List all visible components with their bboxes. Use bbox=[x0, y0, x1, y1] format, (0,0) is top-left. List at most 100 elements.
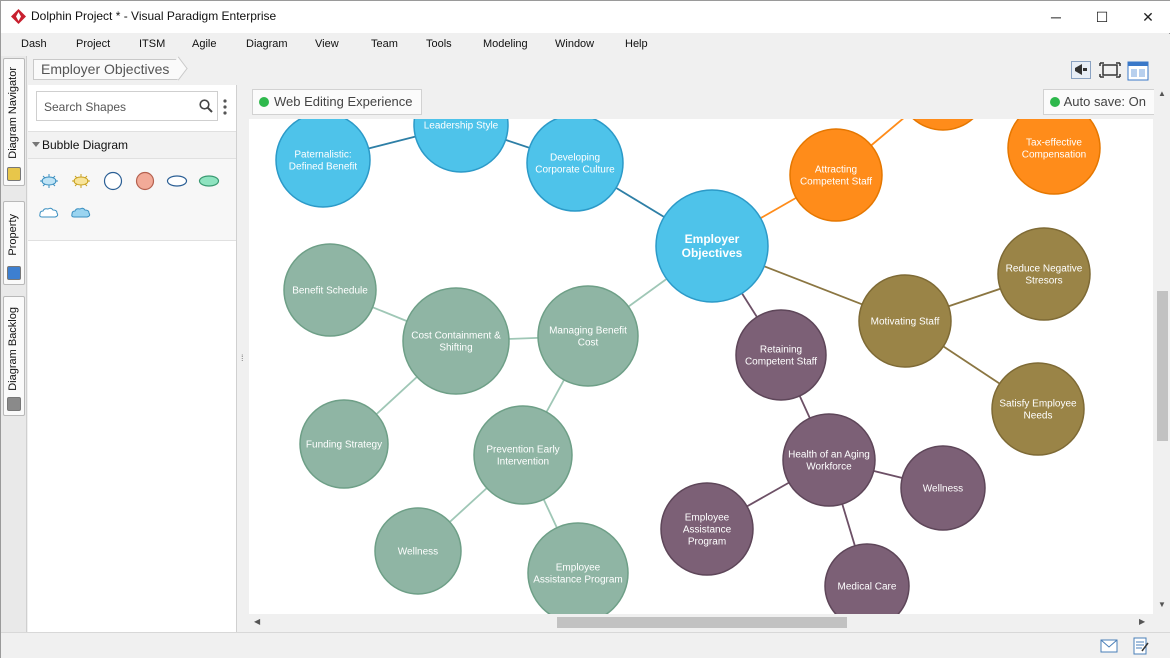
bubble-eap_p[interactable]: EmployeeAssistanceProgram bbox=[660, 482, 754, 576]
scroll-right-icon[interactable]: ▶ bbox=[1139, 617, 1145, 626]
vertical-scrollbar[interactable]: ▲ ▼ bbox=[1154, 85, 1170, 614]
bubble-label: Tax-effective bbox=[1026, 138, 1082, 149]
shape-panel: Search Shapes Bubble Diagram bbox=[28, 85, 237, 632]
bubble-managing[interactable]: Managing BenefitCost bbox=[537, 285, 639, 387]
bubble-reduce[interactable]: Reduce NegativeStresors bbox=[997, 227, 1091, 321]
menu-project[interactable]: Project bbox=[76, 38, 110, 50]
bubble-label: Intervention bbox=[497, 457, 549, 468]
minimize-button[interactable]: ─ bbox=[1033, 1, 1079, 33]
visual-paradigm-logo-icon bbox=[11, 9, 26, 24]
autosave-badge[interactable]: Auto save: On bbox=[1042, 89, 1156, 115]
cloud-outline-icon[interactable] bbox=[38, 203, 60, 223]
bubble-label: Needs bbox=[1024, 411, 1053, 422]
cloud-filled-icon[interactable] bbox=[70, 203, 92, 223]
panel-splitter[interactable]: ⁞ bbox=[237, 85, 249, 632]
diagram-backlog-icon bbox=[7, 397, 21, 411]
circle-outline-icon[interactable] bbox=[102, 171, 124, 191]
bubble-label: Assistance Program bbox=[533, 575, 622, 586]
bubble-label: Employer bbox=[685, 232, 740, 246]
bubble-burst-yellow-icon[interactable] bbox=[70, 171, 92, 191]
notes-icon[interactable] bbox=[1133, 637, 1149, 655]
breadcrumb[interactable]: Employer Objectives bbox=[33, 59, 179, 80]
circle-filled-icon[interactable] bbox=[134, 171, 156, 191]
bubble-label: Retaining bbox=[760, 345, 802, 356]
tab-diagram-navigator-label: Diagram Navigator bbox=[7, 67, 19, 159]
bubble-label: Leadership Style bbox=[424, 121, 499, 132]
scroll-down-icon[interactable]: ▼ bbox=[1158, 600, 1166, 609]
horizontal-scrollbar[interactable]: ◀ ▶ bbox=[249, 614, 1153, 631]
tab-property[interactable]: Property bbox=[3, 201, 25, 285]
menu-itsm[interactable]: ITSM bbox=[139, 38, 165, 50]
bubble-developing[interactable]: DevelopingCorporate Culture bbox=[526, 119, 624, 212]
more-options-icon[interactable] bbox=[223, 99, 227, 115]
vertical-scroll-thumb[interactable] bbox=[1157, 291, 1168, 441]
fit-to-window-icon bbox=[1099, 62, 1121, 78]
menu-modeling[interactable]: Modeling bbox=[483, 38, 528, 50]
bubble-benefit_schedule[interactable]: Benefit Schedule bbox=[283, 243, 377, 337]
bubble-burst-icon[interactable] bbox=[38, 171, 60, 191]
bubble-label: Medical Care bbox=[838, 582, 897, 593]
menu-diagram[interactable]: Diagram bbox=[246, 38, 288, 50]
bubble-containment[interactable]: Cost Containment &Shifting bbox=[402, 287, 510, 395]
mail-icon[interactable] bbox=[1100, 639, 1118, 653]
bubble-eap_s[interactable]: EmployeeAssistance Program bbox=[527, 522, 629, 614]
bubble-diagram-category[interactable]: Bubble Diagram bbox=[28, 131, 236, 159]
bubble-label: Defined Benefit bbox=[289, 162, 358, 173]
bubble-label: Competent Staff bbox=[800, 177, 872, 188]
search-icon[interactable] bbox=[199, 99, 213, 113]
menu-window[interactable]: Window bbox=[555, 38, 594, 50]
web-editing-label: Web Editing Experience bbox=[274, 94, 413, 109]
bubble-label: Stresors bbox=[1025, 276, 1062, 287]
horizontal-scroll-thumb[interactable] bbox=[557, 617, 847, 628]
bubble-shape[interactable] bbox=[898, 119, 988, 131]
menu-tools[interactable]: Tools bbox=[426, 38, 452, 50]
menu-agile[interactable]: Agile bbox=[192, 38, 216, 50]
bubble-prevention[interactable]: Prevention EarlyIntervention bbox=[473, 405, 573, 505]
bubble-aging[interactable]: Health of an AgingWorkforce bbox=[782, 413, 876, 507]
web-editing-badge[interactable]: Web Editing Experience bbox=[252, 89, 422, 115]
bubble-label: Objectives bbox=[682, 246, 743, 260]
menu-help[interactable]: Help bbox=[625, 38, 648, 50]
ellipse-outline-icon[interactable] bbox=[166, 171, 188, 191]
bubble-satisfy[interactable]: Satisfy EmployeeNeeds bbox=[991, 362, 1085, 456]
tab-property-label: Property bbox=[7, 214, 19, 256]
collapse-arrow-icon[interactable] bbox=[32, 142, 40, 147]
tab-diagram-navigator[interactable]: Diagram Navigator bbox=[3, 58, 25, 186]
bubble-diagram[interactable]: EmployerObjectives Leadership Style Patern… bbox=[249, 119, 1153, 614]
search-shapes-field[interactable]: Search Shapes bbox=[36, 91, 218, 121]
bubble-motivating[interactable]: Motivating Staff bbox=[858, 274, 952, 368]
announcement-button[interactable] bbox=[1070, 60, 1092, 80]
bubble-label: Benefit Schedule bbox=[292, 286, 368, 297]
menu-dash[interactable]: Dash bbox=[21, 38, 47, 50]
bubble-leadership[interactable]: Leadership Style bbox=[413, 119, 509, 173]
scroll-up-icon[interactable]: ▲ bbox=[1158, 89, 1166, 98]
menu-view[interactable]: View bbox=[315, 38, 339, 50]
bubble-shape[interactable] bbox=[824, 543, 910, 614]
tab-diagram-backlog[interactable]: Diagram Backlog bbox=[3, 296, 25, 416]
diagram-canvas[interactable]: Employer Objectives Leadership Style Patern… bbox=[249, 119, 1153, 614]
bubble-wellness_p[interactable]: Wellness bbox=[900, 445, 986, 531]
bubble-attracting[interactable]: AttractingCompetent Staff bbox=[789, 128, 883, 222]
maximize-button[interactable]: ☐ bbox=[1079, 1, 1125, 33]
window-layout-icon bbox=[1127, 61, 1149, 81]
menu-team[interactable]: Team bbox=[371, 38, 398, 50]
close-button[interactable]: ✕ bbox=[1125, 1, 1170, 33]
layout-button[interactable] bbox=[1126, 60, 1149, 81]
bubble-orange_top[interactable] bbox=[898, 119, 988, 131]
fit-diagram-button[interactable] bbox=[1098, 60, 1121, 80]
scroll-left-icon[interactable]: ◀ bbox=[254, 617, 260, 626]
bubble-taxeffective[interactable]: Tax-effectiveCompensation bbox=[1007, 119, 1101, 195]
bubble-wellness_s[interactable]: Wellness bbox=[374, 507, 462, 595]
app-window: Dolphin Project * - Visual Paradigm Ente… bbox=[0, 0, 1170, 658]
megaphone-icon bbox=[1071, 61, 1091, 79]
splitter-grip-icon[interactable]: ⁞ bbox=[241, 353, 244, 363]
bubble-label: Assistance bbox=[683, 525, 732, 536]
window-title: Dolphin Project * - Visual Paradigm Ente… bbox=[31, 9, 277, 23]
bubble-retaining[interactable]: RetainingCompetent Staff bbox=[735, 309, 827, 401]
ellipse-filled-icon[interactable] bbox=[198, 171, 220, 191]
bubble-paternalistic[interactable]: Paternalistic:Defined Benefit bbox=[275, 119, 371, 208]
bubble-funding[interactable]: Funding Strategy bbox=[299, 399, 389, 489]
bubble-employer[interactable]: EmployerObjectives bbox=[655, 189, 769, 303]
bubble-label: Prevention Early bbox=[486, 445, 559, 456]
bubble-medical[interactable]: Medical Care bbox=[824, 543, 910, 614]
